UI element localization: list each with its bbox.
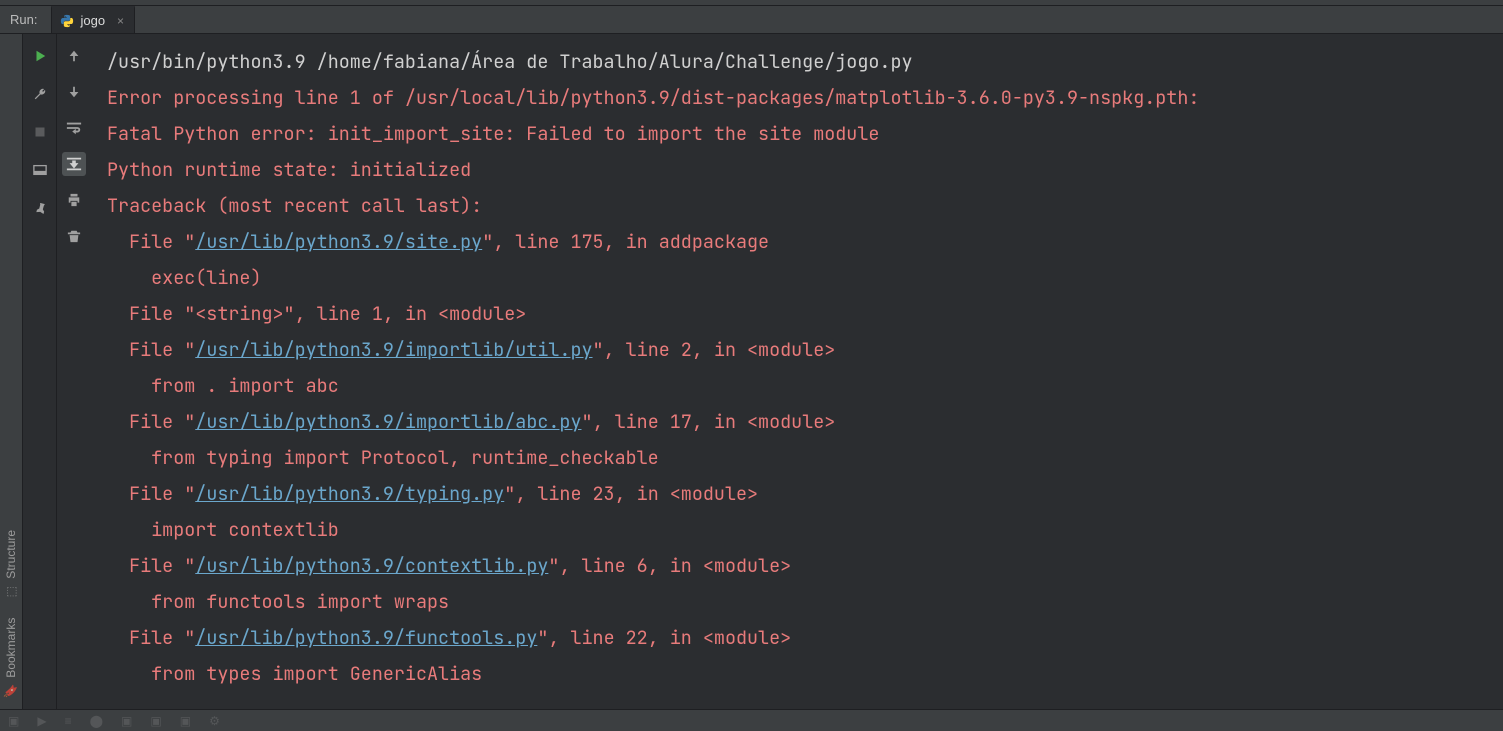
file-link[interactable]: /usr/lib/python3.9/typing.py	[195, 481, 504, 506]
layout-icon[interactable]	[28, 158, 52, 182]
file-link[interactable]: /usr/lib/python3.9/importlib/abc.py	[195, 409, 581, 434]
status-item[interactable]: ▣	[121, 714, 132, 728]
bottom-status-bar: ▣ ▶ ≡ ⬤ ▣ ▣ ▣ ⚙	[0, 709, 1503, 731]
stop-button[interactable]	[28, 120, 52, 144]
run-header: Run: jogo ×	[0, 6, 1503, 34]
scroll-to-end-icon[interactable]	[62, 152, 86, 176]
structure-icon: ⬚	[4, 584, 18, 598]
up-arrow-icon[interactable]	[62, 44, 86, 68]
run-label: Run:	[10, 12, 37, 27]
rail-structure[interactable]: ⬚ Structure	[2, 520, 20, 609]
rerun-button[interactable]	[28, 44, 52, 68]
soft-wrap-icon[interactable]	[62, 116, 86, 140]
wrench-icon[interactable]	[28, 82, 52, 106]
file-link[interactable]: /usr/lib/python3.9/site.py	[195, 229, 482, 254]
status-item[interactable]: ▶	[37, 714, 46, 728]
left-tool-rail: ⬚ Structure 🔖 Bookmarks	[0, 34, 23, 709]
close-tab-icon[interactable]: ×	[117, 14, 124, 28]
file-link[interactable]: /usr/lib/python3.9/importlib/util.py	[195, 337, 592, 362]
status-item[interactable]: ▣	[150, 714, 161, 728]
status-item[interactable]: ⚙	[209, 714, 220, 728]
trash-icon[interactable]	[62, 224, 86, 248]
file-link[interactable]: /usr/lib/python3.9/contextlib.py	[195, 553, 548, 578]
rail-structure-label: Structure	[4, 530, 18, 579]
status-item[interactable]: ⬤	[90, 714, 103, 728]
status-item[interactable]: ≡	[65, 714, 72, 728]
bookmark-icon: 🔖	[4, 685, 19, 699]
print-icon[interactable]	[62, 188, 86, 212]
rail-bookmarks[interactable]: 🔖 Bookmarks	[2, 608, 20, 709]
rail-bookmarks-label: Bookmarks	[4, 618, 18, 678]
pin-icon[interactable]	[28, 196, 52, 220]
status-item[interactable]: ▣	[8, 714, 19, 728]
file-link[interactable]: /usr/lib/python3.9/functools.py	[195, 625, 537, 650]
run-tab-title: jogo	[80, 13, 105, 28]
python-file-icon	[60, 14, 74, 28]
console-action-gutter	[57, 34, 91, 709]
status-item[interactable]: ▣	[180, 714, 191, 728]
down-arrow-icon[interactable]	[62, 80, 86, 104]
console-output[interactable]: /usr/bin/python3.9 /home/fabiana/Área de…	[91, 34, 1503, 709]
run-tab-jogo[interactable]: jogo ×	[51, 6, 135, 33]
run-action-gutter	[23, 34, 57, 709]
